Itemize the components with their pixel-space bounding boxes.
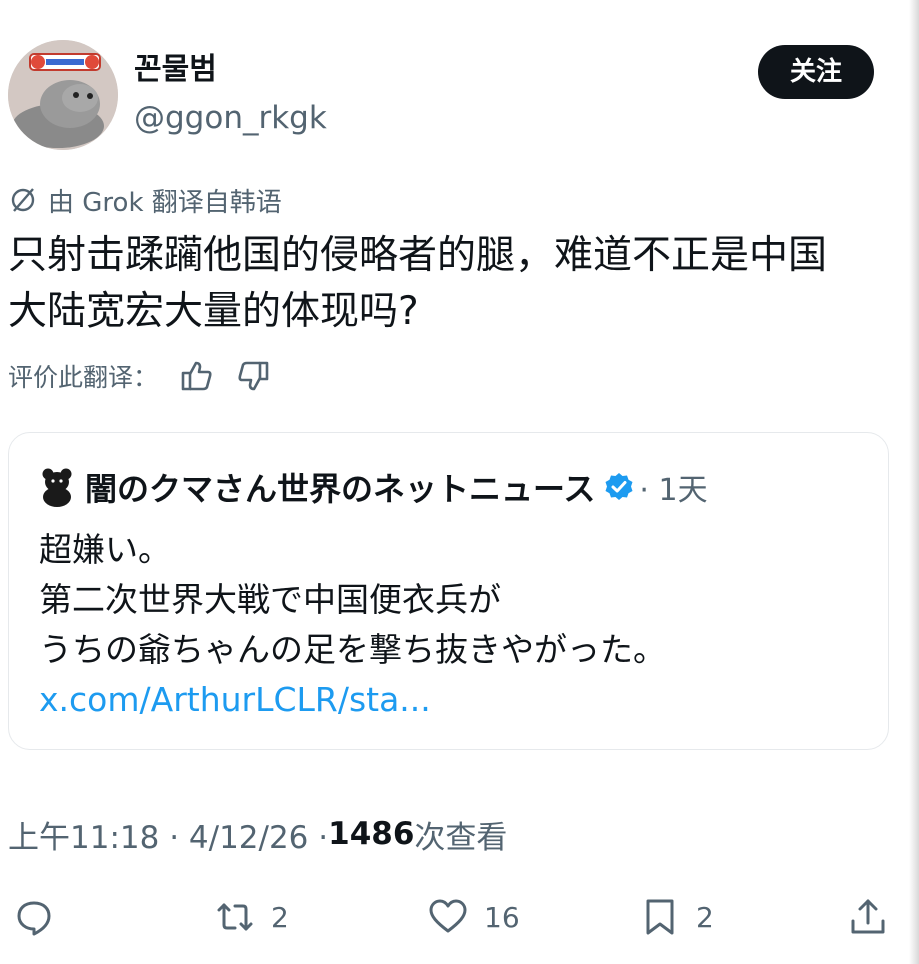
display-name[interactable]: 꼰물범 — [134, 50, 217, 90]
share-icon — [848, 897, 888, 937]
like-button[interactable]: 16 — [428, 892, 520, 942]
thumbs-up-icon[interactable] — [180, 359, 214, 393]
follow-button[interactable]: 关注 — [758, 45, 874, 99]
avatar[interactable] — [8, 40, 118, 150]
views-label: 次查看 — [414, 819, 508, 856]
quoted-post-body: 超嫌い。 第二次世界大戦で中国便衣兵が うちの爺ちゃんの足を撃ち抜きやがった。 … — [39, 525, 666, 725]
user-handle[interactable]: @ggon_rkgk — [134, 98, 327, 138]
quoted-post-line: 第二次世界大戦で中国便衣兵が — [39, 580, 501, 619]
quoted-post-time: · 1天 — [639, 473, 708, 508]
reply-button[interactable] — [14, 892, 54, 942]
retweet-button[interactable]: 2 — [215, 892, 289, 942]
translate-slash-icon — [8, 185, 38, 215]
edge-shadow — [909, 0, 919, 964]
bookmark-count: 2 — [696, 900, 714, 934]
post-meta: 上午11:18 · 4/12/26 · 1486 次查看 — [8, 812, 507, 856]
bear-avatar-icon — [39, 467, 75, 507]
quoted-post-header: 闇のクマさん世界のネットニュース · 1天 — [39, 465, 708, 509]
quoted-post-line: 超嫌い。 — [39, 530, 171, 569]
bookmark-button[interactable]: 2 — [640, 892, 714, 942]
reply-icon — [14, 897, 54, 937]
quoted-post-line: うちの爺ちゃんの足を撃ち抜きやがった。 — [39, 630, 666, 669]
views-count: 1486 — [328, 816, 415, 852]
heart-icon — [428, 897, 468, 937]
retweet-count: 2 — [271, 900, 289, 934]
like-count: 16 — [484, 900, 520, 934]
translation-note-text: 由 Grok 翻译自韩语 — [48, 187, 282, 218]
tweet-text-line: 大陆宽宏大量的体现吗? — [8, 289, 419, 334]
quoted-post-card[interactable]: 闇のクマさん世界のネットニュース · 1天 超嫌い。 第二次世界大戦で中国便衣兵… — [8, 432, 889, 750]
tweet-text-line: 只射击蹂躏他国的侵略者的腿，难道不正是中国 — [8, 233, 828, 278]
bookmark-icon — [640, 897, 680, 937]
retweet-icon — [215, 897, 255, 937]
tweet-text: 只射击蹂躏他国的侵略者的腿，难道不正是中国 大陆宽宏大量的体现吗? — [8, 228, 888, 340]
rate-translation-label: 评价此翻译： — [8, 363, 159, 392]
share-button[interactable] — [848, 892, 888, 942]
rate-translation: 评价此翻译： — [8, 356, 270, 396]
quoted-author-name[interactable]: 闇のクマさん世界のネットニュース — [85, 464, 595, 510]
thumbs-down-icon[interactable] — [236, 359, 270, 393]
quoted-post-link[interactable]: x.com/ArthurLCLR/sta... — [39, 680, 431, 719]
translation-note: 由 Grok 翻译自韩语 — [8, 180, 282, 220]
post-timestamp[interactable]: 上午11:18 · 4/12/26 · — [8, 812, 328, 857]
verified-badge-icon — [603, 471, 635, 503]
